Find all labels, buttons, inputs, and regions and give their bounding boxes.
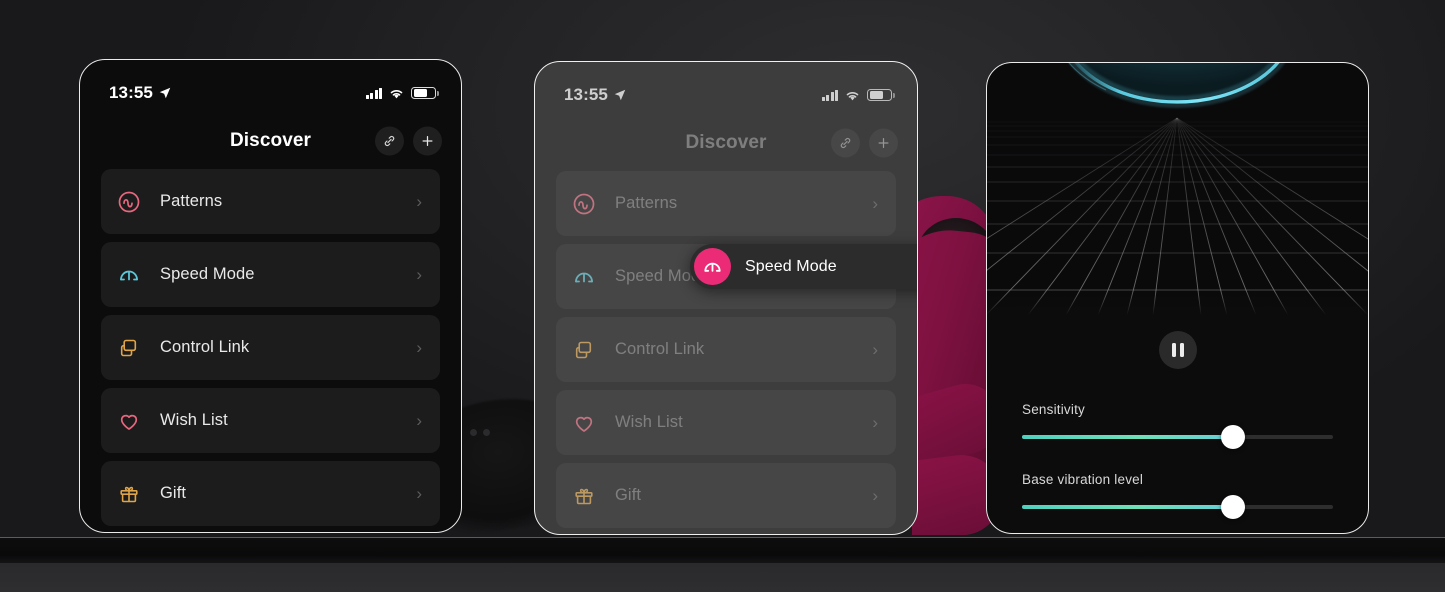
- screen-3: Sensitivity Base vibration level: [986, 62, 1369, 534]
- add-button[interactable]: [869, 128, 898, 158]
- add-button[interactable]: [413, 126, 442, 156]
- wish-list-icon: [571, 410, 597, 436]
- gift-icon: [571, 483, 597, 509]
- phone-screen-discover: 13:55 Discover Patterns › Speed Mode › C…: [79, 59, 462, 533]
- link-button[interactable]: [375, 126, 404, 156]
- list-item-wish-list[interactable]: Wish List ›: [101, 388, 440, 453]
- battery-icon: [411, 86, 439, 100]
- wifi-icon: [390, 89, 403, 98]
- list-item-control-link[interactable]: Control Link ›: [556, 317, 896, 382]
- list-item-gift[interactable]: Gift ›: [101, 461, 440, 526]
- status-bar-1: 13:55: [79, 59, 462, 113]
- screen-1: 13:55 Discover Patterns › Speed Mode › C…: [79, 59, 462, 533]
- chevron-right-icon: ›: [416, 484, 422, 503]
- page-title: Discover: [685, 132, 767, 153]
- link-icon: [840, 137, 851, 149]
- chevron-right-icon: ›: [872, 486, 878, 505]
- discover-list-2: Patterns › Speed Mode ›: [534, 171, 918, 528]
- wifi-icon: [846, 91, 859, 100]
- pause-button[interactable]: [1158, 331, 1197, 369]
- status-right-1: [365, 86, 439, 100]
- sensitivity-slider[interactable]: [1022, 425, 1333, 449]
- base-vibration-slider[interactable]: [1022, 495, 1333, 519]
- transport-controls: [986, 315, 1369, 369]
- slider-label: Base vibration level: [1022, 472, 1144, 487]
- slider-sensitivity: Sensitivity: [1022, 402, 1333, 449]
- perspective-grid-visualizer: [986, 62, 1369, 315]
- status-bar-2: 13:55: [534, 61, 918, 115]
- list-item-label: Wish List: [160, 411, 228, 429]
- phone-screen-toast: 13:55 Discover Patterns › Speed Mode Con…: [534, 61, 918, 535]
- list-item-label: Patterns: [615, 194, 678, 212]
- control-link-icon: [571, 337, 597, 363]
- patterns-icon: [116, 189, 142, 215]
- phone-screen-speed-mode: Sensitivity Base vibration level: [986, 62, 1369, 534]
- plus-icon: [878, 138, 889, 148]
- slider-base-vibration: Base vibration level: [1022, 472, 1333, 519]
- floor-surface: [0, 563, 1445, 592]
- slider-section: Sensitivity Base vibration level: [986, 402, 1369, 534]
- list-item-patterns[interactable]: Patterns ›: [101, 169, 440, 234]
- slider-thumb[interactable]: [1221, 495, 1246, 519]
- page-title: Discover: [229, 130, 312, 151]
- slider-fill: [1022, 435, 1234, 439]
- list-item-label: Gift: [160, 484, 187, 502]
- list-item-label: Control Link: [615, 340, 705, 358]
- toast-label: Speed Mode: [745, 257, 837, 275]
- control-link-icon: [116, 335, 142, 361]
- nav-header-2: Discover: [534, 115, 918, 171]
- status-right-2: [821, 88, 895, 102]
- gift-icon: [116, 481, 142, 507]
- list-item-patterns[interactable]: Patterns ›: [556, 171, 896, 236]
- visualizer-fade: [986, 289, 1369, 315]
- list-item-label: Gift: [615, 486, 642, 504]
- background-mouse-detail: [470, 429, 496, 437]
- desk-edge-band: [0, 537, 1445, 563]
- slider-label: Sensitivity: [1022, 402, 1085, 417]
- link-button[interactable]: [831, 128, 860, 158]
- slider-thumb[interactable]: [1221, 425, 1246, 449]
- pause-icon: [1171, 343, 1176, 357]
- chevron-right-icon: ›: [416, 411, 422, 430]
- discover-list-1: Patterns › Speed Mode › Control Link › W…: [79, 169, 462, 526]
- link-icon: [384, 135, 395, 147]
- slider-fill: [1022, 505, 1234, 509]
- list-item-speed-mode[interactable]: Speed Mode ›: [101, 242, 440, 307]
- speed-mode-icon: [571, 264, 597, 290]
- list-item-gift[interactable]: Gift ›: [556, 463, 896, 528]
- cellular-signal-icon: [365, 87, 382, 99]
- status-time: 13:55: [109, 83, 153, 102]
- plus-icon: [422, 136, 433, 146]
- status-time: 13:55: [564, 85, 608, 104]
- chevron-right-icon: ›: [872, 413, 878, 432]
- status-left-2: 13:55: [564, 85, 627, 105]
- visualizer-graphics: [986, 62, 1369, 315]
- screen-2: 13:55 Discover Patterns › Speed Mode Con…: [534, 61, 918, 535]
- cellular-signal-icon: [821, 89, 838, 101]
- speed-mode-toast[interactable]: Speed Mode ✕: [690, 244, 918, 289]
- patterns-icon: [571, 191, 597, 217]
- speed-mode-icon: [694, 248, 731, 285]
- wish-list-icon: [116, 408, 142, 434]
- chevron-right-icon: ›: [416, 265, 422, 284]
- list-item-control-link[interactable]: Control Link ›: [101, 315, 440, 380]
- location-arrow-icon: [614, 89, 626, 101]
- list-item-label: Speed Mode: [160, 265, 255, 283]
- nav-actions-2: [831, 128, 898, 158]
- list-item-label: Patterns: [160, 192, 223, 210]
- nav-header-1: Discover: [79, 113, 462, 169]
- chevron-right-icon: ›: [416, 338, 422, 357]
- list-item-label: Control Link: [160, 338, 250, 356]
- list-item-label: Wish List: [615, 413, 683, 431]
- chevron-right-icon: ›: [872, 194, 878, 213]
- chevron-right-icon: ›: [872, 340, 878, 359]
- nav-actions-1: [375, 126, 442, 156]
- chevron-right-icon: ›: [416, 192, 422, 211]
- list-item-wish-list[interactable]: Wish List ›: [556, 390, 896, 455]
- location-arrow-icon: [159, 87, 171, 99]
- speed-mode-icon: [116, 262, 142, 288]
- battery-icon: [867, 88, 895, 102]
- status-left-1: 13:55: [109, 83, 172, 103]
